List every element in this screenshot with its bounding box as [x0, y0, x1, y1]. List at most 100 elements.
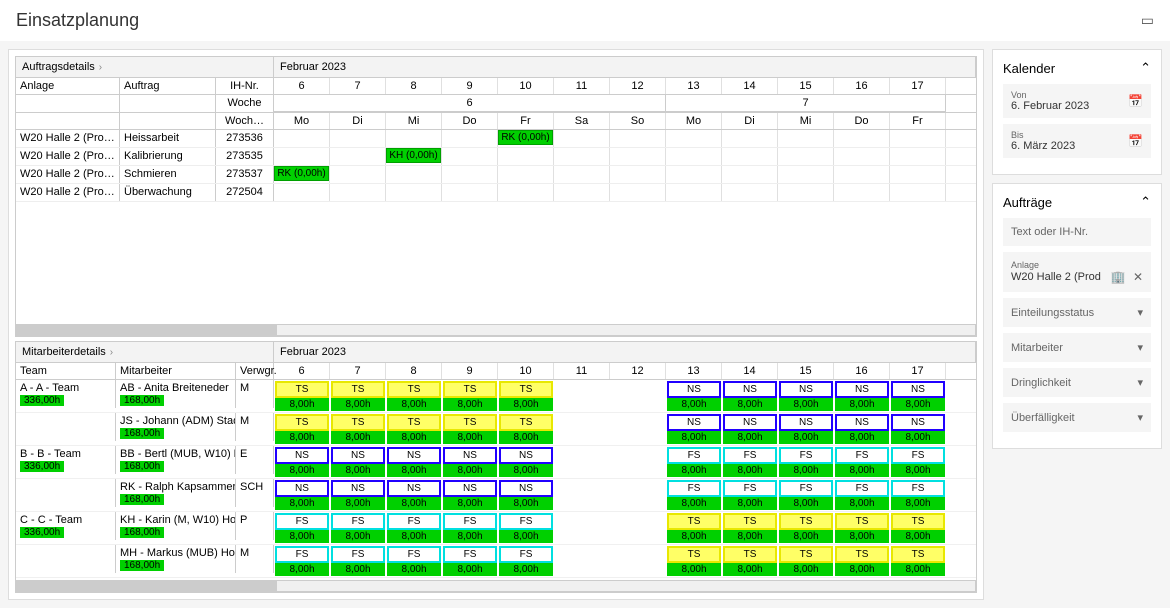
col-anlage[interactable]: Anlage [16, 78, 120, 94]
shift-cell[interactable]: TS 8,00h [835, 546, 889, 576]
shift-cell[interactable]: FS 8,00h [779, 447, 833, 477]
shift-cell[interactable]: FS 8,00h [667, 480, 721, 510]
assignment-cell[interactable]: RK (0,00h) [274, 166, 329, 181]
shift-cell[interactable]: TS 8,00h [499, 381, 553, 411]
employee-row[interactable]: JS - Johann (ADM) Stadln168,00h M TS 8,0… [16, 413, 976, 446]
calendar-icon[interactable]: 📅 [1128, 134, 1143, 148]
ueberfaelligkeit-filter[interactable]: Überfälligkeit ▾ [1003, 403, 1151, 432]
shift-cell[interactable]: NS 8,00h [891, 414, 945, 444]
shift-cell[interactable]: FS 8,00h [387, 513, 441, 543]
shift-cell[interactable]: FS 8,00h [331, 513, 385, 543]
anlage-cell: W20 Halle 2 (Produkti… [16, 184, 120, 201]
orders-hscroll[interactable] [16, 324, 976, 336]
employee-row[interactable]: B - B - Team336,00h BB - Bertl (MUB, W10… [16, 446, 976, 479]
col-mitarbeiter[interactable]: Mitarbeiter [116, 363, 236, 379]
shift-cell[interactable]: FS 8,00h [499, 513, 553, 543]
fullscreen-icon[interactable]: ▭ [1141, 12, 1154, 29]
shift-cell[interactable]: NS 8,00h [499, 447, 553, 477]
shift-cell[interactable]: FS 8,00h [835, 480, 889, 510]
shift-cell[interactable]: FS 8,00h [667, 447, 721, 477]
calendar-icon[interactable]: 📅 [1128, 94, 1143, 108]
shift-cell[interactable]: TS 8,00h [443, 414, 497, 444]
shift-cell[interactable]: TS 8,00h [779, 513, 833, 543]
shift-cell[interactable]: FS 8,00h [779, 480, 833, 510]
shift-cell[interactable]: NS 8,00h [835, 414, 889, 444]
shift-cell[interactable]: NS 8,00h [723, 381, 777, 411]
shift-cell[interactable]: NS 8,00h [723, 414, 777, 444]
assignment-cell[interactable]: KH (0,00h) [386, 148, 441, 163]
mitarbeiter-filter[interactable]: Mitarbeiter ▾ [1003, 333, 1151, 362]
shift-cell[interactable]: TS 8,00h [667, 513, 721, 543]
date-from-field[interactable]: Von 6. Februar 2023 📅 [1003, 84, 1151, 118]
shift-cell[interactable]: FS 8,00h [499, 546, 553, 576]
shift-cell[interactable]: NS 8,00h [387, 480, 441, 510]
shift-cell[interactable]: TS 8,00h [499, 414, 553, 444]
order-row[interactable]: W20 Halle 2 (Produkti… Überwachung 27250… [16, 184, 976, 202]
shift-cell[interactable]: TS 8,00h [331, 414, 385, 444]
shift-cell[interactable]: TS 8,00h [667, 546, 721, 576]
verwgr-cell: M [236, 380, 274, 408]
dringlichkeit-filter[interactable]: Dringlichkeit ▾ [1003, 368, 1151, 397]
shift-cell[interactable]: NS 8,00h [779, 381, 833, 411]
shift-cell[interactable]: FS 8,00h [443, 513, 497, 543]
shift-cell[interactable]: NS 8,00h [443, 480, 497, 510]
orders-details-header[interactable]: Auftragsdetails› [16, 57, 274, 77]
shift-cell[interactable]: FS 8,00h [891, 480, 945, 510]
shift-cell[interactable]: NS 8,00h [891, 381, 945, 411]
shift-cell[interactable]: NS 8,00h [443, 447, 497, 477]
shift-cell[interactable]: TS 8,00h [723, 546, 777, 576]
shift-cell[interactable]: TS 8,00h [331, 381, 385, 411]
shift-cell[interactable]: TS 8,00h [275, 414, 329, 444]
shift-cell[interactable]: TS 8,00h [891, 513, 945, 543]
shift-cell[interactable]: TS 8,00h [387, 381, 441, 411]
shift-cell[interactable]: FS 8,00h [835, 447, 889, 477]
shift-cell[interactable]: TS 8,00h [723, 513, 777, 543]
order-row[interactable]: W20 Halle 2 (Produkti… Heissarbeit 27353… [16, 130, 976, 148]
shift-cell[interactable]: TS 8,00h [387, 414, 441, 444]
col-verwgr[interactable]: Verwgr. [236, 363, 274, 379]
shift-cell[interactable]: NS 8,00h [387, 447, 441, 477]
order-row[interactable]: W20 Halle 2 (Produkti… Schmieren 273537 … [16, 166, 976, 184]
col-ihnr[interactable]: IH-Nr. [216, 78, 274, 94]
shift-cell[interactable]: FS 8,00h [387, 546, 441, 576]
building-icon[interactable]: 🏢 [1111, 270, 1126, 284]
assignment-cell[interactable]: RK (0,00h) [498, 130, 553, 145]
shift-cell[interactable]: TS 8,00h [891, 546, 945, 576]
shift-cell[interactable]: FS 8,00h [723, 447, 777, 477]
employee-details-header[interactable]: Mitarbeiterdetails› [16, 342, 274, 362]
clear-icon[interactable]: ✕ [1133, 270, 1143, 284]
shift-cell[interactable]: FS 8,00h [275, 546, 329, 576]
employee-row[interactable]: MH - Markus (MUB) Hob168,00h M FS 8,00h … [16, 545, 976, 578]
shift-cell[interactable]: NS 8,00h [499, 480, 553, 510]
shift-cell[interactable]: TS 8,00h [443, 381, 497, 411]
einteilungsstatus-filter[interactable]: Einteilungsstatus ▾ [1003, 298, 1151, 327]
col-team[interactable]: Team [16, 363, 116, 379]
shift-cell[interactable]: NS 8,00h [667, 414, 721, 444]
employee-row[interactable]: A - A - Team336,00h AB - Anita Breitened… [16, 380, 976, 413]
search-input[interactable]: Text oder IH-Nr. [1003, 218, 1151, 246]
employee-row[interactable]: RK - Ralph Kapsammer168,00h SCH NS 8,00h… [16, 479, 976, 512]
employee-row[interactable]: C - C - Team336,00h KH - Karin (M, W10) … [16, 512, 976, 545]
shift-cell[interactable]: NS 8,00h [275, 447, 329, 477]
shift-cell[interactable]: NS 8,00h [331, 447, 385, 477]
date-to-field[interactable]: Bis 6. März 2023 📅 [1003, 124, 1151, 158]
kalender-header[interactable]: Kalender [1003, 60, 1151, 76]
order-row[interactable]: W20 Halle 2 (Produkti… Kalibrierung 2735… [16, 148, 976, 166]
shift-cell[interactable]: NS 8,00h [667, 381, 721, 411]
shift-cell[interactable]: NS 8,00h [835, 381, 889, 411]
shift-cell[interactable]: FS 8,00h [331, 546, 385, 576]
shift-cell[interactable]: TS 8,00h [275, 381, 329, 411]
shift-cell[interactable]: NS 8,00h [275, 480, 329, 510]
shift-cell[interactable]: TS 8,00h [835, 513, 889, 543]
anlage-filter[interactable]: Anlage W20 Halle 2 (Prod 🏢 ✕ [1003, 252, 1151, 292]
shift-cell[interactable]: FS 8,00h [275, 513, 329, 543]
shift-cell[interactable]: TS 8,00h [779, 546, 833, 576]
shift-cell[interactable]: FS 8,00h [443, 546, 497, 576]
shift-cell[interactable]: FS 8,00h [723, 480, 777, 510]
employees-hscroll[interactable] [16, 580, 976, 592]
auftraege-header[interactable]: Aufträge [1003, 194, 1151, 210]
shift-cell[interactable]: NS 8,00h [331, 480, 385, 510]
shift-cell[interactable]: NS 8,00h [779, 414, 833, 444]
col-auftrag[interactable]: Auftrag [120, 78, 216, 94]
shift-cell[interactable]: FS 8,00h [891, 447, 945, 477]
